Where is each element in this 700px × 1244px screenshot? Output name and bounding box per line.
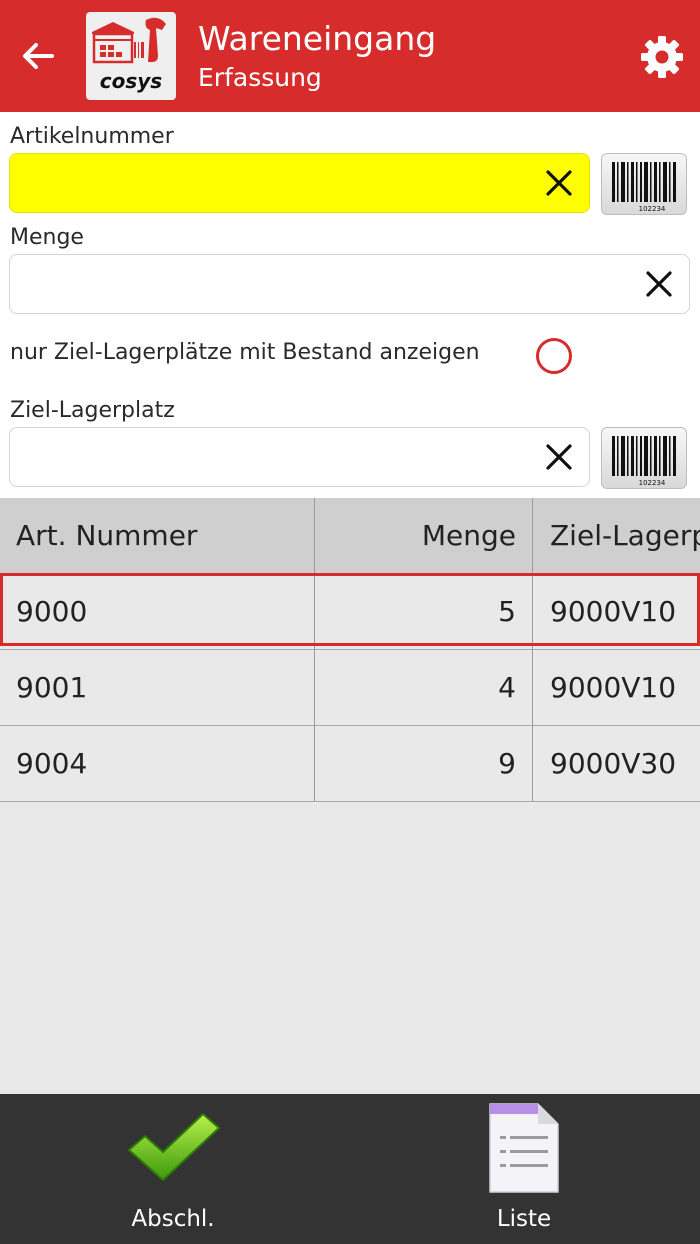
table-row[interactable]: 9001 4 9000V10 (0, 650, 700, 726)
barcode-icon: 102234 (612, 436, 676, 487)
column-divider (532, 498, 533, 801)
list-label: Liste (496, 1206, 552, 1232)
data-table: Art. Nummer Menge Ziel-Lagerp 9000 5 900… (0, 498, 700, 1094)
checkmark-icon (128, 1113, 220, 1181)
gear-icon[interactable] (640, 35, 684, 79)
cell-menge: 9 (498, 747, 516, 780)
bottom-toolbar: Abschl. Liste (0, 1094, 700, 1244)
finish-button[interactable]: Abschl. (73, 1094, 273, 1244)
menge-field (9, 254, 690, 314)
svg-text:cosys: cosys (100, 69, 163, 93)
list-button[interactable]: Liste (424, 1094, 624, 1244)
barcode-icon: 102234 (612, 162, 676, 213)
cell-artnr: 9004 (16, 747, 88, 780)
cell-artnr: 9001 (16, 671, 88, 704)
ziel-lagerplatz-input[interactable] (10, 428, 589, 486)
menge-label: Menge (10, 225, 84, 250)
clear-icon[interactable] (643, 268, 675, 300)
arrow-left-icon[interactable] (18, 36, 58, 76)
clear-icon[interactable] (543, 167, 575, 199)
table-row[interactable]: 9004 9 9000V30 (0, 726, 700, 802)
cell-ziel: 9000V30 (550, 747, 677, 780)
ziel-lagerplatz-field (9, 427, 590, 487)
column-header-artnr[interactable]: Art. Nummer (16, 498, 306, 574)
cell-artnr: 9000 (16, 595, 88, 628)
svg-text:102234: 102234 (639, 205, 666, 213)
artikelnummer-label: Artikelnummer (10, 124, 174, 149)
column-divider (314, 498, 315, 801)
cell-ziel: 9000V10 (550, 671, 677, 704)
artikelnummer-input[interactable] (10, 154, 589, 212)
cell-menge: 5 (498, 595, 516, 628)
app-logo: cosys (86, 12, 176, 100)
scan-ziel-lagerplatz-button[interactable]: 102234 (601, 427, 687, 489)
menge-input[interactable] (10, 255, 689, 313)
document-list-icon (489, 1103, 559, 1193)
only-with-stock-toggle[interactable] (536, 338, 572, 374)
page-title: Wareneingang (198, 19, 437, 58)
app-header: cosys Wareneingang Erfassung (0, 0, 700, 112)
table-header: Art. Nummer Menge Ziel-Lagerp (0, 498, 700, 574)
only-with-stock-label: nur Ziel-Lagerplätze mit Bestand anzeige… (10, 340, 480, 365)
clear-icon[interactable] (543, 441, 575, 473)
scan-artikelnummer-button[interactable]: 102234 (601, 153, 687, 215)
artikelnummer-field (9, 153, 590, 213)
page-subtitle: Erfassung (198, 63, 322, 92)
column-header-menge[interactable]: Menge (316, 498, 516, 574)
cell-menge: 4 (498, 671, 516, 704)
ziel-lagerplatz-label: Ziel-Lagerplatz (10, 398, 175, 423)
column-header-ziel[interactable]: Ziel-Lagerp (550, 498, 700, 574)
cell-ziel: 9000V10 (550, 595, 677, 628)
table-row[interactable]: 9000 5 9000V10 (0, 574, 700, 650)
svg-text:102234: 102234 (639, 479, 666, 487)
finish-label: Abschl. (131, 1206, 215, 1232)
